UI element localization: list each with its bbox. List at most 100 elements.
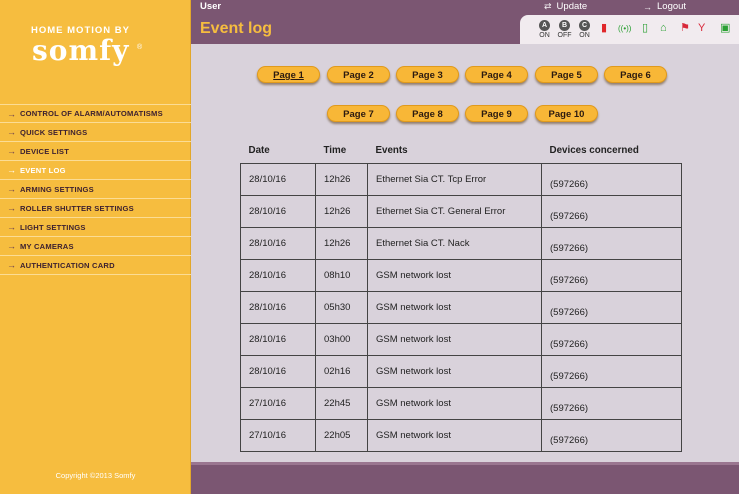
footer-bar <box>191 462 739 494</box>
page-button-10[interactable]: Page 10 <box>535 105 598 122</box>
sidebar-item-label: QUICK SETTINGS <box>20 127 88 137</box>
page-button-2[interactable]: Page 2 <box>327 66 390 83</box>
zone-a-icon: A <box>539 20 550 31</box>
cell-date: 28/10/16 <box>240 162 316 196</box>
sidebar-item-roller-shutter-settings[interactable]: → ROLLER SHUTTER SETTINGS <box>0 199 191 218</box>
cell-device: (597266) <box>541 226 682 260</box>
user-label: User <box>200 1 222 12</box>
sidebar-item-authentication-card[interactable]: → AUTHENTICATION CARD <box>0 256 191 275</box>
zone-c-status: C ON <box>578 20 591 39</box>
zone-b-icon: B <box>559 20 570 31</box>
cell-event: GSM network lost <box>367 290 542 324</box>
arrow-right-icon: → <box>7 146 16 156</box>
logout-link[interactable]: → Logout <box>643 1 686 12</box>
cell-device: (597266) <box>541 194 682 228</box>
top-bar: User ⇄ Update → Logout <box>191 0 739 14</box>
registered-mark: ® <box>137 44 143 51</box>
page-button-label: Page 2 <box>343 70 374 81</box>
sidebar-item-device-list[interactable]: → DEVICE LIST <box>0 142 191 161</box>
cell-event: GSM network lost <box>367 418 542 452</box>
cell-device: (597266) <box>541 258 682 292</box>
page-button-6[interactable]: Page 6 <box>604 66 667 83</box>
page-button-label: Page 5 <box>551 70 582 81</box>
cell-date: 28/10/16 <box>240 354 316 388</box>
sidebar-item-label: EVENT LOG <box>20 165 66 175</box>
zone-b-status: B OFF <box>558 20 572 39</box>
cell-event: Ethernet Sia CT. Tcp Error <box>367 162 542 196</box>
cell-event: Ethernet Sia CT. General Error <box>367 194 542 228</box>
sidebar-item-event-log[interactable]: → EVENT LOG <box>0 161 191 180</box>
cell-time: 22h05 <box>315 418 368 452</box>
sidebar-item-label: ROLLER SHUTTER SETTINGS <box>20 203 134 213</box>
sidebar-item-label: MY CAMERAS <box>20 241 74 251</box>
arrow-right-icon: → <box>7 241 16 251</box>
page-button-label: Page 7 <box>343 109 374 120</box>
page-button-1[interactable]: Page 1 <box>257 66 320 83</box>
cell-time: 03h00 <box>315 322 368 356</box>
main-content: Page 1 Page 2 Page 3 Page 4 Page 5 Page 6 Page… <box>191 44 739 462</box>
gsm-antenna-icon: Y <box>698 22 706 34</box>
sidebar-item-label: AUTHENTICATION CARD <box>20 260 115 270</box>
cell-date: 28/10/16 <box>240 290 316 324</box>
sidebar-item-control-of-alarm-automatisms[interactable]: → CONTROL OF ALARM/AUTOMATISMS <box>0 104 191 123</box>
cell-event: GSM network lost <box>367 258 542 292</box>
page-button-label: Page 1 <box>273 70 304 81</box>
cell-date: 27/10/16 <box>240 386 316 420</box>
event-log-table: Date Time Events Devices concerned 28/10… <box>240 143 682 452</box>
page-button-3[interactable]: Page 3 <box>396 66 459 83</box>
arrow-right-icon: → <box>7 260 16 270</box>
sidebar-item-light-settings[interactable]: → LIGHT SETTINGS <box>0 218 191 237</box>
arrow-right-icon: → <box>7 222 16 232</box>
cell-time: 22h45 <box>315 386 368 420</box>
table-row: 28/10/16 05h30 GSM network lost (597266) <box>240 290 682 324</box>
footer-strip <box>191 462 739 465</box>
cell-event: GSM network lost <box>367 322 542 356</box>
house-icon: ⌂ <box>660 22 667 34</box>
zone-a-status: A ON <box>538 20 551 39</box>
update-label: Update <box>556 1 588 12</box>
sidebar-menu: → CONTROL OF ALARM/AUTOMATISMS → QUICK SETT… <box>0 104 191 275</box>
zone-state-label: ON <box>539 32 550 39</box>
arrow-right-icon: → <box>7 165 16 175</box>
sidebar-item-label: DEVICE LIST <box>20 146 70 156</box>
tamper-flag-icon: ⚑ <box>680 22 690 34</box>
header-devices: Devices concerned <box>549 145 639 156</box>
update-link[interactable]: ⇄ Update <box>544 1 587 12</box>
logout-label: Logout <box>657 1 687 12</box>
radio-signal-icon: ((•)) <box>618 24 632 33</box>
cell-device: (597266) <box>541 386 682 420</box>
battery-icon: ▮ <box>601 22 608 34</box>
page-button-5[interactable]: Page 5 <box>535 66 598 83</box>
page-button-4[interactable]: Page 4 <box>465 66 528 83</box>
cell-event: GSM network lost <box>367 386 542 420</box>
cell-time: 12h26 <box>315 226 368 260</box>
box-icon: ▣ <box>720 22 731 34</box>
page-button-label: Page 8 <box>412 109 443 120</box>
cell-time: 12h26 <box>315 162 368 196</box>
cell-event: GSM network lost <box>367 354 542 388</box>
phone-icon: ▯ <box>642 22 649 34</box>
system-status-panel: A ON B OFF C ON ▮ ((•)) ▯ ⌂ ⚑ Y ▣ <box>520 15 739 44</box>
cell-event: Ethernet Sia CT. Nack <box>367 226 542 260</box>
sidebar-item-quick-settings[interactable]: → QUICK SETTINGS <box>0 123 191 142</box>
sidebar-item-label: ARMING SETTINGS <box>20 184 94 194</box>
arrow-right-icon: → <box>7 127 16 137</box>
arrow-right-icon: → <box>7 203 16 213</box>
refresh-icon: ⇄ <box>544 1 552 11</box>
page-button-8[interactable]: Page 8 <box>396 105 459 122</box>
page-button-9[interactable]: Page 9 <box>465 105 528 122</box>
header-date: Date <box>248 145 270 156</box>
table-row: 27/10/16 22h05 GSM network lost (597266) <box>240 418 682 452</box>
sidebar-item-my-cameras[interactable]: → MY CAMERAS <box>0 237 191 256</box>
table-row: 28/10/16 08h10 GSM network lost (597266) <box>240 258 682 292</box>
page-button-label: Page 3 <box>412 70 443 81</box>
cell-device: (597266) <box>541 290 682 324</box>
sidebar-item-arming-settings[interactable]: → ARMING SETTINGS <box>0 180 191 199</box>
page-button-7[interactable]: Page 7 <box>327 105 390 122</box>
cell-device: (597266) <box>541 322 682 356</box>
cell-device: (597266) <box>541 354 682 388</box>
header-time: Time <box>323 145 347 156</box>
sidebar-item-label: LIGHT SETTINGS <box>20 222 86 232</box>
cell-time: 08h10 <box>315 258 368 292</box>
cell-device: (597266) <box>541 162 682 196</box>
